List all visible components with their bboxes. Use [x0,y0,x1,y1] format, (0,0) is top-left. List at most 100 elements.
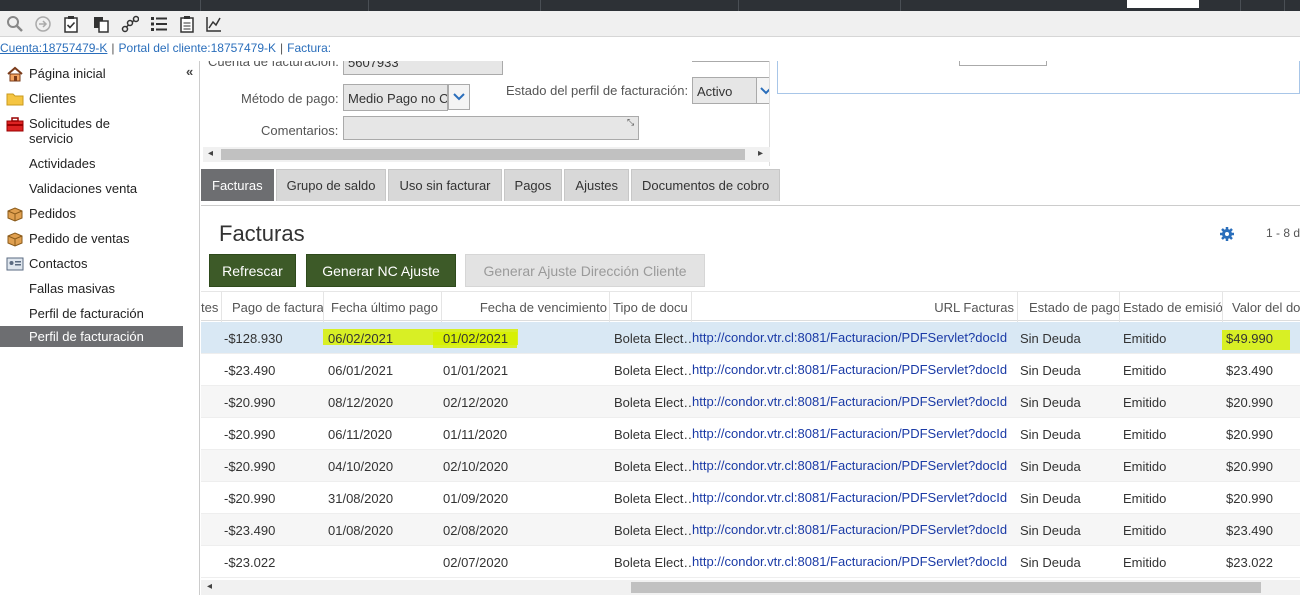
copy-icon[interactable] [90,13,112,35]
form-horizontal-scrollbar[interactable]: ◂ ▸ [203,147,770,162]
table-cell: -$20.990 [224,426,276,442]
sidebar-item-validaciones[interactable]: Validaciones venta [0,181,183,196]
breadcrumb-portal-link[interactable]: Portal del cliente:18757479-K [119,41,276,55]
sidebar-item-solicitudes[interactable]: Solicitudes de servicio [0,116,183,146]
column-header[interactable]: Tipo de docu [610,292,692,322]
sidebar-item-pedido-ventas[interactable]: Pedido de ventas [0,231,183,247]
tab-bar: Facturas Grupo de saldo Uso sin facturar… [201,169,782,201]
sidebar-item-label: Página inicial [29,66,106,81]
sidebar-item-label: Fallas masivas [29,281,115,296]
table-cell: 06/01/2021 [328,362,394,378]
clipboard-icon[interactable] [176,13,198,35]
sidebar-item-home[interactable]: Página inicial [0,66,183,82]
grid-horizontal-scrollbar[interactable]: ◂ [201,580,1300,595]
column-header[interactable]: Pago de factura [224,292,324,322]
breadcrumb: Cuenta:18757479-K | Portal del cliente:187… [0,41,331,59]
network-icon[interactable] [119,13,141,35]
tab-ajustes[interactable]: Ajustes [564,169,630,201]
invoice-url-link[interactable]: http://condor.vtr.cl:8081/Facturacion/PD… [692,418,1018,450]
sidebar-item-pedidos[interactable]: Pedidos [0,206,183,222]
collapse-sidebar-button[interactable]: « [186,64,193,79]
expand-textarea-icon[interactable]: ⤡ [627,117,634,128]
list-icon[interactable] [148,13,170,35]
generate-address-adjustment-button[interactable]: Generar Ajuste Dirección Cliente [465,254,705,287]
table-cell: Boleta Elect… [614,522,692,538]
table-row[interactable]: -$23.490 06/01/2021 01/01/2021 Boleta Elect… [201,354,1300,386]
table-cell: -$23.490 [224,362,276,378]
gear-icon[interactable] [1219,226,1235,245]
breadcrumb-invoice-link[interactable]: Factura: [287,41,331,55]
generate-nc-button[interactable]: Generar NC Ajuste [306,254,456,287]
table-cell: 08/12/2020 [328,394,394,410]
table-cell: -$128.930 [224,330,283,346]
column-header[interactable]: Fecha último pago [324,292,442,322]
tab-grupo-saldo[interactable]: Grupo de saldo [275,169,387,201]
sidebar-item-contactos[interactable]: Contactos [0,256,183,272]
table-cell: Boleta Elect… [614,490,692,506]
clipboard-check-icon[interactable] [60,13,82,35]
tab-documentos-cobro[interactable]: Documentos de cobro [631,169,781,201]
table-cell: Sin Deuda [1020,490,1081,506]
table-row[interactable]: -$128.930 06/02/2021 01/02/2021 Boleta Elec… [201,322,1300,354]
right-panel-field[interactable] [959,61,1047,66]
invoice-url-link[interactable]: http://condor.vtr.cl:8081/Facturacion/PD… [692,514,1018,546]
scrollbar-thumb[interactable] [631,582,1261,593]
table-row[interactable]: -$20.990 31/08/2020 01/09/2020 Boleta Elect… [201,482,1300,514]
forward-circle-icon[interactable] [32,13,54,35]
table-cell: 06/02/2021 [328,330,394,346]
right-detail-panel [777,61,1300,94]
table-cell: Boleta Elect… [614,426,692,442]
column-header[interactable]: Estado de pago [1018,292,1120,322]
chart-icon[interactable] [203,13,225,35]
table-cell: $23.490 [1226,362,1273,378]
sidebar-item-actividades[interactable]: Actividades [0,156,183,171]
invoice-url-link[interactable]: http://condor.vtr.cl:8081/Facturacion/PD… [692,386,1018,418]
top-bar-divider [200,0,201,11]
table-cell: 01/02/2021 [443,330,509,346]
table-row[interactable]: -$20.990 04/10/2020 02/10/2020 Boleta Elect… [201,450,1300,482]
scroll-left-icon[interactable]: ◂ [208,148,213,159]
table-cell: Boleta Elect… [614,554,692,570]
top-bar-field[interactable] [1127,0,1199,8]
tab-uso-sin-facturar[interactable]: Uso sin facturar [388,169,502,201]
sidebar-item-perfil-facturacion-active[interactable]: Perfil de facturación [0,326,183,347]
table-cell: 01/08/2020 [328,522,394,538]
breadcrumb-account-link[interactable]: Cuenta:18757479-K [0,41,107,55]
invoice-url-link[interactable]: http://condor.vtr.cl:8081/Facturacion/PD… [692,322,1018,354]
table-row[interactable]: -$23.490 01/08/2020 02/08/2020 Boleta Elect… [201,514,1300,546]
tab-facturas[interactable]: Facturas [201,169,274,201]
sidebar-item-perfil-facturacion[interactable]: Perfil de facturación [0,306,183,321]
tab-pagos[interactable]: Pagos [503,169,563,201]
table-row[interactable]: -$20.990 08/12/2020 02/12/2020 Boleta Elect… [201,386,1300,418]
invoice-url-link[interactable]: http://condor.vtr.cl:8081/Facturacion/PD… [692,546,1018,578]
search-icon[interactable] [4,13,26,35]
scrollbar-thumb[interactable] [221,149,745,160]
table-cell: -$20.990 [224,458,276,474]
table-cell: 01/11/2020 [443,426,508,442]
invoice-url-link[interactable]: http://condor.vtr.cl:8081/Facturacion/PD… [692,354,1018,386]
invoice-url-link[interactable]: http://condor.vtr.cl:8081/Facturacion/PD… [692,482,1018,514]
column-header[interactable]: Estado de emisió [1120,292,1223,322]
sidebar-item-fallas[interactable]: Fallas masivas [0,281,183,296]
payment-method-field[interactable]: Medio Pago no C [343,84,448,111]
billing-account-field[interactable]: 5607933 [343,61,503,75]
scroll-left-icon[interactable]: ◂ [207,581,212,592]
table-row[interactable]: -$20.990 06/11/2020 01/11/2020 Boleta Elect… [201,418,1300,450]
profile-status-field[interactable]: Activo [692,77,758,104]
column-header[interactable]: Valor del do [1223,292,1300,322]
payment-method-dropdown-button[interactable] [448,84,470,110]
profile-status-dropdown-button[interactable] [756,77,769,104]
table-cell: -$20.990 [224,490,276,506]
scroll-right-icon[interactable]: ▸ [758,148,763,159]
grid-header: tes Pago de factura Fecha último pago Fe… [201,291,1300,322]
column-header[interactable]: tes [201,292,222,322]
table-cell: Emitido [1123,522,1167,538]
column-header[interactable]: Fecha de vencimiento [442,292,610,322]
comments-textarea[interactable] [343,116,639,140]
sidebar-item-label: Pedidos [29,206,76,221]
column-header[interactable]: URL Facturas [692,292,1018,322]
invoice-url-link[interactable]: http://condor.vtr.cl:8081/Facturacion/PD… [692,450,1018,482]
refresh-button[interactable]: Refrescar [209,254,296,287]
sidebar-item-clientes[interactable]: Clientes [0,91,183,107]
table-row[interactable]: -$23.022 02/07/2020 Boleta Elect… http://co… [201,546,1300,578]
